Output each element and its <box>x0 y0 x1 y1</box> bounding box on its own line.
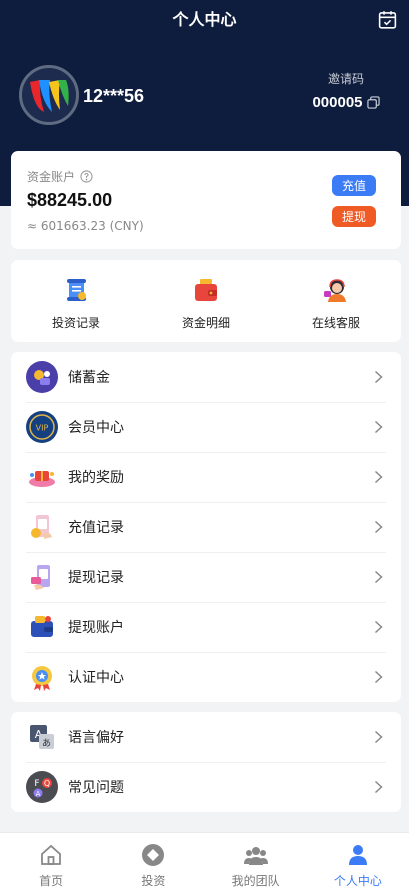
balance-amount: $88245.00 <box>27 190 113 210</box>
recharge-record-icon <box>31 515 52 539</box>
chevron-right-icon <box>374 570 383 584</box>
menu-item-member-center[interactable]: VIP 会员中心 <box>11 402 401 452</box>
tab-label: 个人中心 <box>333 874 382 888</box>
recharge-button[interactable]: 充值 <box>332 175 376 196</box>
scroll-icon <box>67 279 86 301</box>
quick-fund-details[interactable]: 资金明细 <box>141 260 271 342</box>
team-icon <box>243 847 268 865</box>
menu-item-certification[interactable]: 认证中心 <box>11 652 401 702</box>
menu-item-savings[interactable]: 储蓄金 <box>11 352 401 402</box>
tab-home[interactable]: 首页 <box>0 833 102 891</box>
certification-medal-icon <box>32 666 52 691</box>
home-icon <box>41 844 62 865</box>
menu-item-withdraw-records[interactable]: 提现记录 <box>11 552 401 602</box>
copy-icon[interactable] <box>366 96 380 109</box>
bottom-tab-bar: 首页 投资 我的团队 个人中心 <box>0 832 409 891</box>
brand-logo-icon <box>30 80 69 112</box>
balance-cny: ≈ 601663.23 (CNY) <box>27 219 144 233</box>
tab-label: 我的团队 <box>231 874 280 888</box>
tab-my-team[interactable]: 我的团队 <box>205 833 307 891</box>
faq-icon: F Q A <box>26 771 58 803</box>
tab-invest[interactable]: 投资 <box>102 833 204 891</box>
chevron-right-icon <box>374 670 383 684</box>
chevron-right-icon <box>374 730 383 744</box>
menu-item-label: 储蓄金 <box>68 370 110 386</box>
menu-item-recharge-records[interactable]: 充值记录 <box>11 502 401 552</box>
tab-label: 首页 <box>39 874 64 888</box>
menu-item-label: 语言偏好 <box>68 730 124 746</box>
calendar-check-icon[interactable] <box>377 9 398 30</box>
invite-code-label: 邀请码 <box>327 72 364 86</box>
help-icon[interactable] <box>80 170 93 183</box>
menu-item-label: 充值记录 <box>68 520 124 536</box>
username: 12***56 <box>83 86 145 106</box>
language-icon: A あ <box>30 725 54 749</box>
funds-label: 资金账户 <box>27 170 76 184</box>
menu-item-label: 会员中心 <box>68 420 124 436</box>
menu-item-language[interactable]: A あ 语言偏好 <box>11 712 401 762</box>
menu-item-label: 认证中心 <box>68 670 124 686</box>
savings-icon <box>26 361 58 393</box>
menu-item-label: 我的奖励 <box>68 470 124 486</box>
invite-code-block: 邀请码 000005 <box>301 70 391 111</box>
funds-card: 资金账户 $88245.00 ≈ 601663.23 (CNY) 充值 提现 <box>11 151 401 249</box>
svg-text:F: F <box>34 779 39 789</box>
menu-list-main: 储蓄金 VIP 会员中心 我的奖励 充值记录 提现记录 提现账户 认证中心 <box>11 352 401 702</box>
funds-label-row: 资金账户 <box>27 168 93 185</box>
invest-icon <box>142 844 165 866</box>
support-agent-icon <box>324 279 346 302</box>
rewards-icon <box>29 471 55 487</box>
svg-text:A: A <box>36 790 41 798</box>
withdraw-button[interactable]: 提现 <box>332 206 376 227</box>
user-icon <box>348 845 367 865</box>
avatar[interactable] <box>19 65 79 125</box>
menu-list-settings: A あ 语言偏好 F Q A 常见问题 <box>11 712 401 812</box>
invite-code-value: 000005 <box>312 94 363 111</box>
chevron-right-icon <box>374 420 383 434</box>
quick-online-support[interactable]: 在线客服 <box>271 260 401 342</box>
menu-item-label: 常见问题 <box>68 780 124 796</box>
menu-item-label: 提现账户 <box>68 620 124 636</box>
chevron-right-icon <box>374 370 383 384</box>
quick-label: 在线客服 <box>311 316 360 330</box>
menu-item-rewards[interactable]: 我的奖励 <box>11 452 401 502</box>
wallet-icon <box>195 279 217 301</box>
quick-actions: 投资记录 资金明细 在线客服 <box>11 260 401 342</box>
menu-item-withdraw-account[interactable]: 提现账户 <box>11 602 401 652</box>
withdraw-account-icon <box>31 616 53 637</box>
top-bar: 个人中心 <box>0 0 409 36</box>
vip-badge-icon: VIP <box>26 411 58 443</box>
svg-text:Q: Q <box>44 779 50 788</box>
quick-label: 资金明细 <box>181 316 230 330</box>
tab-label: 投资 <box>141 874 166 888</box>
chevron-right-icon <box>374 520 383 534</box>
quick-investment-records[interactable]: 投资记录 <box>11 260 141 342</box>
chevron-right-icon <box>374 620 383 634</box>
chevron-right-icon <box>374 470 383 484</box>
chevron-right-icon <box>374 780 383 794</box>
svg-text:あ: あ <box>42 738 51 749</box>
withdraw-record-icon <box>31 565 50 590</box>
profile-section: 12***56 邀请码 000005 <box>19 65 391 127</box>
svg-text:VIP: VIP <box>36 424 49 433</box>
menu-item-label: 提现记录 <box>68 570 124 586</box>
menu-item-faq[interactable]: F Q A 常见问题 <box>11 762 401 812</box>
page-title: 个人中心 <box>172 10 237 29</box>
tab-profile[interactable]: 个人中心 <box>307 833 409 891</box>
quick-label: 投资记录 <box>51 316 100 330</box>
